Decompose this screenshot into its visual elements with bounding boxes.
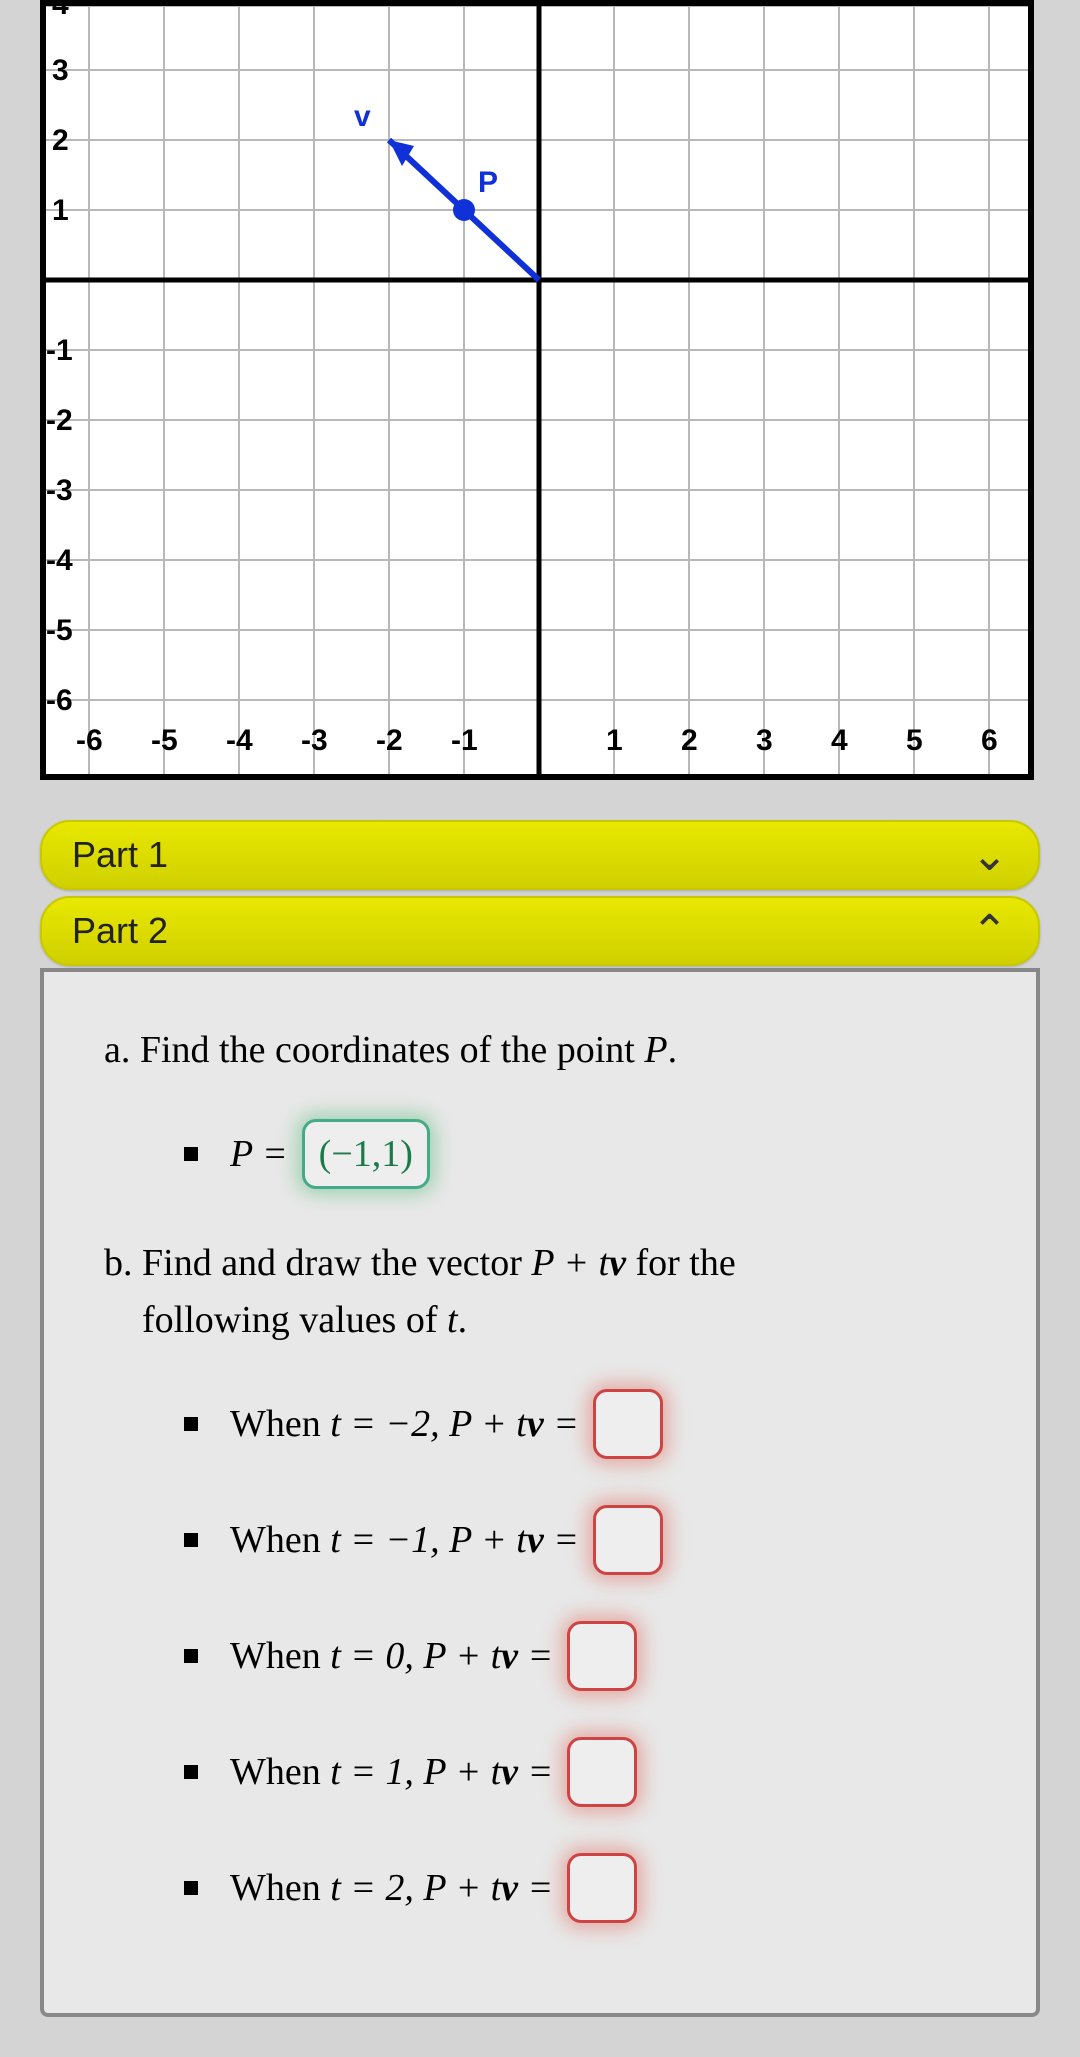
svg-text:-1: -1 bbox=[451, 724, 478, 757]
qb-expr: P + t bbox=[531, 1242, 609, 1284]
qa-var: P bbox=[644, 1029, 667, 1071]
qb-when: When bbox=[230, 1403, 330, 1445]
svg-text:v: v bbox=[354, 100, 371, 133]
svg-text:2: 2 bbox=[681, 724, 698, 757]
qb-v: v bbox=[501, 1867, 518, 1909]
qb-eq: t = −2, P + t bbox=[330, 1403, 527, 1445]
svg-text:-6: -6 bbox=[46, 684, 73, 717]
svg-text:-4: -4 bbox=[46, 544, 73, 577]
qa-text: a. Find the coordinates of the point bbox=[104, 1029, 644, 1071]
svg-text:3: 3 bbox=[52, 54, 69, 87]
qb-when: When bbox=[230, 1635, 330, 1677]
svg-text:-5: -5 bbox=[151, 724, 178, 757]
accordion-part1-label: Part 1 bbox=[72, 834, 168, 876]
qb-answer-input-4[interactable] bbox=[567, 1853, 637, 1923]
svg-text:-3: -3 bbox=[46, 474, 73, 507]
qa-answer-row: P = (−1,1) bbox=[184, 1119, 996, 1189]
qb-item: When t = 1, P + tv = bbox=[184, 1737, 996, 1807]
qb-tail: = bbox=[518, 1751, 553, 1793]
bullet-icon bbox=[184, 1765, 198, 1779]
svg-text:1: 1 bbox=[52, 194, 69, 227]
svg-text:-1: -1 bbox=[46, 334, 73, 367]
qb-tail: = bbox=[544, 1403, 579, 1445]
question-b-prompt: b. Find and draw the vector P + tv for t… bbox=[104, 1235, 996, 1349]
qa-answer-input[interactable]: (−1,1) bbox=[302, 1119, 430, 1189]
qb-var: t bbox=[447, 1299, 458, 1341]
qb-answer-input-1[interactable] bbox=[593, 1505, 663, 1575]
qb-item: When t = −1, P + tv = bbox=[184, 1505, 996, 1575]
chevron-up-icon: ⌃ bbox=[971, 906, 1008, 957]
bullet-icon bbox=[184, 1533, 198, 1547]
qb-v: v bbox=[527, 1519, 544, 1561]
qa-lhs: P = bbox=[230, 1126, 288, 1183]
qb-tail: = bbox=[518, 1635, 553, 1677]
graph-svg: -6 -5 -4 -3 -2 -1 1 2 3 4 5 6 4 3 2 1 -1… bbox=[46, 6, 1028, 774]
qb-t1b: for the bbox=[626, 1242, 736, 1284]
accordion-part1[interactable]: Part 1 ⌄ bbox=[40, 820, 1040, 890]
svg-text:1: 1 bbox=[606, 724, 623, 757]
svg-text:2: 2 bbox=[52, 124, 69, 157]
qb-tail: = bbox=[544, 1519, 579, 1561]
svg-text:-4: -4 bbox=[226, 724, 253, 757]
qb-when: When bbox=[230, 1751, 330, 1793]
qb-t2: following values of bbox=[142, 1299, 447, 1341]
svg-text:P: P bbox=[478, 166, 498, 199]
qb-answer-input-0[interactable] bbox=[593, 1389, 663, 1459]
qb-v: v bbox=[501, 1635, 518, 1677]
svg-text:-3: -3 bbox=[301, 724, 328, 757]
qb-v: v bbox=[501, 1751, 518, 1793]
svg-text:4: 4 bbox=[52, 6, 69, 21]
svg-text:3: 3 bbox=[756, 724, 773, 757]
bullet-icon bbox=[184, 1649, 198, 1663]
qb-when: When bbox=[230, 1867, 330, 1909]
bullet-icon bbox=[184, 1881, 198, 1895]
qb-item: When t = 0, P + tv = bbox=[184, 1621, 996, 1691]
bullet-icon bbox=[184, 1417, 198, 1431]
svg-text:5: 5 bbox=[906, 724, 923, 757]
qb-answer-input-3[interactable] bbox=[567, 1737, 637, 1807]
qb-item: When t = −2, P + tv = bbox=[184, 1389, 996, 1459]
svg-text:6: 6 bbox=[981, 724, 998, 757]
qb-t1: b. Find and draw the vector bbox=[104, 1242, 531, 1284]
accordion-part2-label: Part 2 bbox=[72, 910, 168, 952]
qb-eq: t = 1, P + t bbox=[330, 1751, 501, 1793]
qb-eq: t = 2, P + t bbox=[330, 1867, 501, 1909]
qb-vec: v bbox=[609, 1242, 626, 1284]
qb-when: When bbox=[230, 1519, 330, 1561]
qb-eq: t = −1, P + t bbox=[330, 1519, 527, 1561]
qb-answer-input-2[interactable] bbox=[567, 1621, 637, 1691]
qb-suffix: . bbox=[458, 1299, 468, 1341]
svg-text:-5: -5 bbox=[46, 614, 73, 647]
part2-content: a. Find the coordinates of the point P. … bbox=[40, 968, 1040, 2017]
qb-tail: = bbox=[518, 1867, 553, 1909]
svg-text:-2: -2 bbox=[376, 724, 403, 757]
svg-text:-6: -6 bbox=[76, 724, 103, 757]
coordinate-graph: -6 -5 -4 -3 -2 -1 1 2 3 4 5 6 4 3 2 1 -1… bbox=[40, 0, 1034, 780]
qb-eq: t = 0, P + t bbox=[330, 1635, 501, 1677]
qb-v: v bbox=[527, 1403, 544, 1445]
question-a-prompt: a. Find the coordinates of the point P. bbox=[104, 1022, 996, 1079]
chevron-down-icon: ⌄ bbox=[971, 830, 1008, 881]
svg-text:4: 4 bbox=[831, 724, 848, 757]
qb-item: When t = 2, P + tv = bbox=[184, 1853, 996, 1923]
qa-suffix: . bbox=[668, 1029, 678, 1071]
qb-items: When t = −2, P + tv = When t = −1, P + t… bbox=[104, 1389, 996, 1923]
accordion-part2[interactable]: Part 2 ⌃ bbox=[40, 896, 1040, 966]
bullet-icon bbox=[184, 1147, 198, 1161]
svg-text:-2: -2 bbox=[46, 404, 73, 437]
